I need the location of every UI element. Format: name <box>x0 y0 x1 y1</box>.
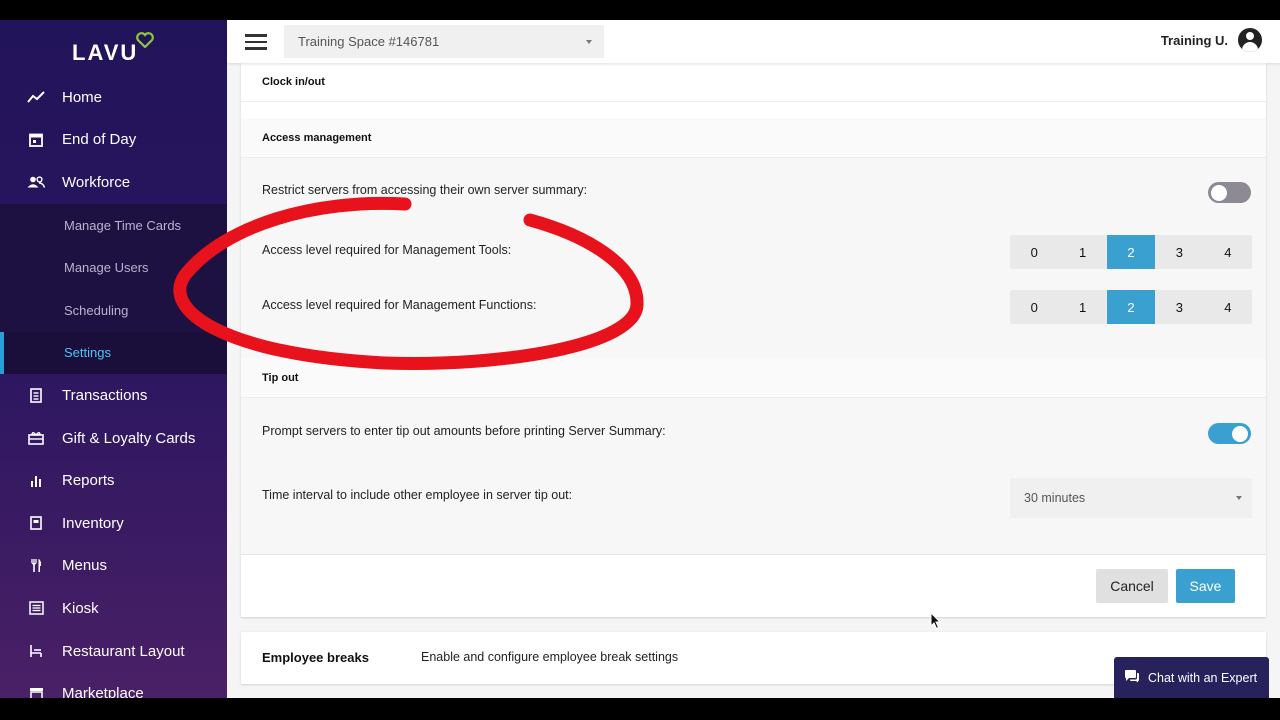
lavu-logo[interactable]: LAVU <box>72 32 154 66</box>
mouse-cursor-icon <box>930 612 942 630</box>
layout-icon <box>27 642 45 660</box>
chat-with-expert-button[interactable]: Chat with an Expert <box>1114 657 1269 698</box>
prompt-tipout-label: Prompt servers to enter tip out amounts … <box>262 424 666 438</box>
level-option-selected[interactable]: 2 <box>1106 235 1156 269</box>
sidebar-item-manage-time-cards[interactable]: Manage Time Cards <box>0 204 227 247</box>
sidebar-item-label: Inventory <box>62 514 124 532</box>
store-icon <box>27 685 45 698</box>
section-clock-in-out: Clock in/out <box>241 63 1266 102</box>
chat-bubble-icon <box>1124 669 1140 686</box>
receipt-icon <box>27 386 45 404</box>
sidebar-item-label: Transactions <box>62 386 148 404</box>
utensils-icon <box>27 557 45 575</box>
sidebar-item-label: Restaurant Layout <box>62 642 185 660</box>
gift-card-icon <box>27 429 45 447</box>
save-button[interactable]: Save <box>1176 569 1235 603</box>
sidebar-item-reports[interactable]: Reports <box>0 459 227 502</box>
space-selector-value: Training Space #146781 <box>298 34 440 49</box>
sidebar-nav: Home End of Day Workforce Manage Time Ca… <box>0 76 227 698</box>
sidebar-item-marketplace[interactable]: Marketplace <box>0 672 227 698</box>
tipout-interval-select[interactable]: 30 minutes <box>1010 478 1252 518</box>
mgmt-functions-label: Access level required for Management Fun… <box>262 298 537 312</box>
restrict-servers-toggle[interactable] <box>1208 182 1251 203</box>
section-access-management: Access management <box>241 118 1266 158</box>
level-option[interactable]: 0 <box>1010 235 1058 269</box>
restrict-servers-label: Restrict servers from accessing their ow… <box>262 183 588 197</box>
app-screen: LAVU Home End of Day Workforce Manage Ti… <box>0 20 1280 698</box>
level-option[interactable]: 3 <box>1155 235 1203 269</box>
calendar-icon <box>27 131 45 149</box>
space-selector[interactable]: Training Space #146781 <box>284 25 604 58</box>
employee-breaks-card[interactable]: Employee breaks Enable and configure emp… <box>241 632 1266 684</box>
sidebar-item-end-of-day[interactable]: End of Day <box>0 119 227 162</box>
caret-down-icon <box>1236 496 1242 500</box>
sidebar-item-scheduling[interactable]: Scheduling <box>0 289 227 332</box>
mgmt-tools-label: Access level required for Management Too… <box>262 243 512 257</box>
sidebar-item-label: End of Day <box>62 131 137 149</box>
employee-breaks-title: Employee breaks <box>262 650 369 665</box>
hamburger-menu-icon[interactable] <box>245 34 267 50</box>
account-circle-icon <box>1238 28 1262 52</box>
sidebar-item-label: Reports <box>62 472 115 490</box>
heart-icon <box>136 32 154 48</box>
employee-breaks-description: Enable and configure employee break sett… <box>421 650 679 664</box>
sidebar-item-home[interactable]: Home <box>0 76 227 119</box>
caret-down-icon <box>586 40 592 44</box>
workforce-submenu: Manage Time Cards Manage Users Schedulin… <box>0 203 227 375</box>
level-option[interactable]: 4 <box>1204 235 1252 269</box>
level-option[interactable]: 3 <box>1155 290 1203 324</box>
kiosk-icon <box>27 599 45 617</box>
sidebar-item-inventory[interactable]: Inventory <box>0 502 227 545</box>
sidebar-item-label: Workforce <box>62 173 131 191</box>
tipout-interval-label: Time interval to include other employee … <box>262 488 573 502</box>
level-option-selected[interactable]: 2 <box>1106 290 1156 324</box>
sidebar: LAVU Home End of Day Workforce Manage Ti… <box>0 20 227 698</box>
logo-text: LAVU <box>72 40 139 65</box>
sidebar-item-settings[interactable]: Settings <box>0 331 227 375</box>
sidebar-item-workforce[interactable]: Workforce <box>0 161 227 204</box>
user-menu[interactable]: Training U. <box>1161 28 1262 52</box>
mgmt-functions-level-selector: 0 1 2 3 4 <box>1010 290 1252 324</box>
top-bar: Training Space #146781 Training U. <box>227 20 1280 63</box>
tipout-interval-value: 30 minutes <box>1024 491 1086 505</box>
divider <box>241 554 1266 555</box>
sidebar-item-gift-loyalty[interactable]: Gift & Loyalty Cards <box>0 417 227 460</box>
sidebar-item-label: Gift & Loyalty Cards <box>62 429 196 447</box>
settings-card: Clock in/out Access management Restrict … <box>241 63 1266 617</box>
sidebar-item-manage-users[interactable]: Manage Users <box>0 246 227 289</box>
inventory-icon <box>27 514 45 532</box>
level-option[interactable]: 4 <box>1204 290 1252 324</box>
sidebar-item-kiosk[interactable]: Kiosk <box>0 587 227 630</box>
level-option[interactable]: 1 <box>1058 290 1106 324</box>
sidebar-item-restaurant-layout[interactable]: Restaurant Layout <box>0 630 227 673</box>
sidebar-item-transactions[interactable]: Transactions <box>0 374 227 417</box>
mgmt-tools-level-selector: 0 1 2 3 4 <box>1010 235 1252 269</box>
level-option[interactable]: 0 <box>1010 290 1058 324</box>
level-option[interactable]: 1 <box>1058 235 1106 269</box>
section-tip-out: Tip out <box>241 358 1266 398</box>
sidebar-item-menus[interactable]: Menus <box>0 545 227 588</box>
prompt-tipout-toggle[interactable] <box>1208 423 1251 444</box>
cancel-button[interactable]: Cancel <box>1096 569 1168 603</box>
tip-out-area <box>241 398 1266 554</box>
chat-label: Chat with an Expert <box>1148 670 1258 685</box>
trend-icon <box>27 88 45 106</box>
people-icon <box>27 173 45 191</box>
sidebar-item-label: Kiosk <box>62 599 99 617</box>
sidebar-item-label: Home <box>62 88 103 106</box>
sidebar-item-label: Marketplace <box>62 685 144 698</box>
bar-chart-icon <box>27 472 45 490</box>
user-name: Training U. <box>1160 32 1228 48</box>
sidebar-item-label: Menus <box>62 557 108 575</box>
